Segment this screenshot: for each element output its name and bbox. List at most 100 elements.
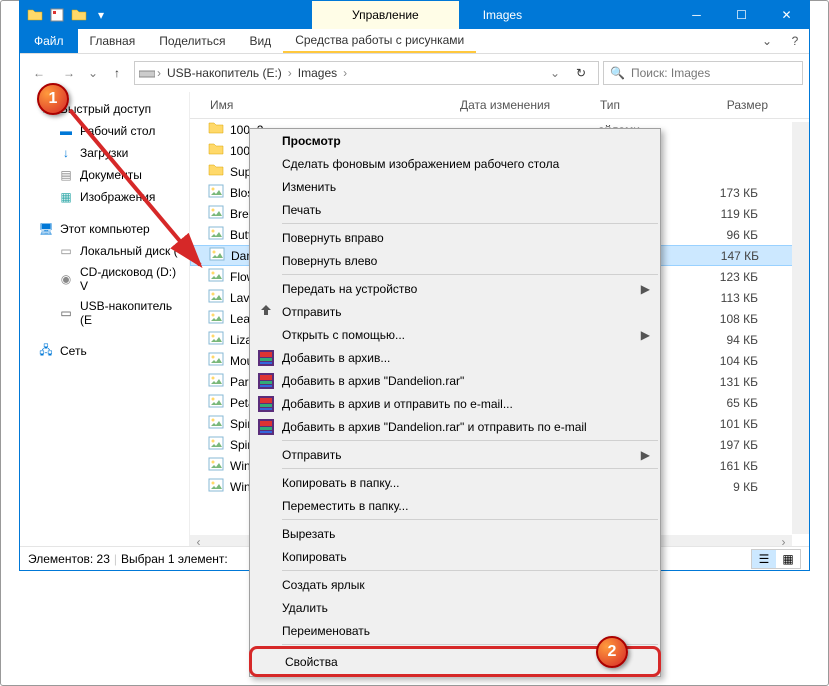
menu-item[interactable]: Добавить в архив и отправить по e-mail..… [250, 392, 660, 415]
address-segment[interactable]: USB-накопитель (E:) [163, 66, 286, 80]
menu-item-label: Копировать [282, 550, 347, 564]
nav-network[interactable]: 🖧Сеть [20, 340, 189, 362]
menu-item[interactable]: Переместить в папку... [250, 494, 660, 517]
desktop-icon: ▬ [58, 123, 74, 139]
menu-item[interactable]: Добавить в архив... [250, 346, 660, 369]
file-size: 161 КБ [698, 459, 778, 473]
tab-home[interactable]: Главная [78, 29, 148, 53]
folder-icon [208, 162, 224, 181]
submenu-arrow-icon: ▶ [641, 282, 650, 296]
menu-item[interactable]: Добавить в архив "Dandelion.rar" и отпра… [250, 415, 660, 438]
submenu-arrow-icon: ▶ [641, 448, 650, 462]
vertical-scrollbar[interactable] [792, 122, 809, 534]
image-icon [208, 372, 224, 391]
menu-item-label: Вырезать [282, 527, 335, 541]
column-headers[interactable]: Имя Дата изменения Тип Размер [190, 92, 809, 119]
menu-item[interactable]: Просмотр [250, 129, 660, 152]
image-icon [208, 204, 224, 223]
documents-icon: ▤ [58, 167, 74, 183]
menu-item-label: Отправить [282, 305, 342, 319]
image-icon [208, 477, 224, 496]
folder-icon [24, 4, 46, 26]
tab-picture-tools[interactable]: Средства работы с рисунками [283, 29, 476, 53]
menu-item[interactable]: Удалить [250, 596, 660, 619]
contextual-tab: Управление [312, 1, 459, 29]
menu-item[interactable]: Вырезать [250, 522, 660, 545]
menu-item[interactable]: Печать [250, 198, 660, 221]
nav-downloads[interactable]: ↓Загрузки [20, 142, 189, 164]
tab-share[interactable]: Поделиться [147, 29, 237, 53]
menu-item-label: Добавить в архив... [282, 351, 390, 365]
col-type[interactable]: Тип [594, 96, 694, 114]
address-bar[interactable]: › USB-накопитель (E:) › Images › ⌄ ↻ [134, 61, 599, 85]
menu-item[interactable]: Копировать в папку... [250, 471, 660, 494]
menu-item[interactable]: Изменить [250, 175, 660, 198]
address-segment[interactable]: Images [294, 66, 341, 80]
nav-pictures[interactable]: ▦Изображения [20, 186, 189, 208]
chevron-right-icon[interactable]: › [157, 66, 161, 80]
menu-item[interactable]: Отправить [250, 300, 660, 323]
menu-item-label: Создать ярлык [282, 578, 365, 592]
folder-icon [208, 141, 224, 160]
new-folder-icon[interactable] [68, 4, 90, 26]
chevron-right-icon[interactable]: › [343, 66, 347, 80]
close-button[interactable]: ✕ [764, 1, 809, 29]
menu-item[interactable]: Повернуть влево [250, 249, 660, 272]
file-tab[interactable]: Файл [20, 29, 78, 53]
menu-item-label: Удалить [282, 601, 328, 615]
chevron-right-icon[interactable]: › [288, 66, 292, 80]
refresh-icon[interactable]: ↻ [568, 60, 594, 86]
navigation-pane[interactable]: ★Быстрый доступ ▬Рабочий стол ↓Загрузки … [20, 92, 190, 552]
menu-item[interactable]: Повернуть вправо [250, 226, 660, 249]
address-dropdown-icon[interactable]: ⌄ [542, 60, 568, 86]
ribbon-help-icon[interactable]: ? [781, 29, 809, 53]
ribbon-expand-icon[interactable]: ⌄ [753, 29, 781, 53]
downloads-icon: ↓ [58, 145, 74, 161]
menu-item[interactable]: Сделать фоновым изображением рабочего ст… [250, 152, 660, 175]
view-icons-button[interactable]: ▦ [776, 550, 800, 568]
menu-item-label: Добавить в архив "Dandelion.rar" и отпра… [282, 420, 587, 434]
titlebar: ▾ Управление Images ─ ☐ ✕ [20, 1, 809, 29]
file-size: 119 КБ [698, 207, 778, 221]
menu-item[interactable]: Создать ярлык [250, 573, 660, 596]
nav-documents[interactable]: ▤Документы [20, 164, 189, 186]
col-date[interactable]: Дата изменения [454, 96, 594, 114]
nav-drive-c[interactable]: ▭Локальный диск ( [20, 240, 189, 262]
file-size: 65 КБ [698, 396, 778, 410]
qat-dropdown-icon[interactable]: ▾ [90, 4, 112, 26]
menu-item[interactable]: Передать на устройство▶ [250, 277, 660, 300]
file-size: 173 КБ [698, 186, 778, 200]
nav-desktop[interactable]: ▬Рабочий стол [20, 120, 189, 142]
tab-view[interactable]: Вид [237, 29, 283, 53]
nav-drive-e[interactable]: ▭USB-накопитель (E [20, 296, 189, 330]
this-pc[interactable]: 🖥Этот компьютер [20, 218, 189, 240]
forward-button[interactable]: → [56, 60, 82, 86]
menu-item[interactable]: Переименовать [250, 619, 660, 642]
rar-icon [256, 417, 276, 437]
address-bar-row: ← → ⌄ ↑ › USB-накопитель (E:) › Images ›… [20, 54, 809, 92]
up-button[interactable]: ↑ [104, 60, 130, 86]
search-icon: 🔍 [610, 66, 625, 80]
ribbon-tabs: Файл Главная Поделиться Вид Средства раб… [20, 29, 809, 54]
image-icon [208, 393, 224, 412]
maximize-button[interactable]: ☐ [719, 1, 764, 29]
properties-icon[interactable] [46, 4, 68, 26]
back-button[interactable]: ← [26, 60, 52, 86]
minimize-button[interactable]: ─ [674, 1, 719, 29]
menu-item[interactable]: Копировать [250, 545, 660, 568]
file-size: 96 КБ [698, 228, 778, 242]
recent-dropdown[interactable]: ⌄ [86, 60, 100, 86]
file-size: 104 КБ [698, 354, 778, 368]
view-details-button[interactable]: ☰ [752, 550, 776, 568]
menu-item-label: Повернуть влево [282, 254, 377, 268]
menu-item[interactable]: Открыть с помощью...▶ [250, 323, 660, 346]
nav-drive-d[interactable]: ◉CD-дисковод (D:) V [20, 262, 189, 296]
folder-icon [208, 120, 224, 139]
col-size[interactable]: Размер [694, 96, 774, 114]
col-name[interactable]: Имя [204, 96, 454, 114]
search-input[interactable]: 🔍 Поиск: Images [603, 61, 803, 85]
menu-item[interactable]: Добавить в архив "Dandelion.rar" [250, 369, 660, 392]
menu-item[interactable]: Отправить▶ [250, 443, 660, 466]
file-size: 101 КБ [698, 417, 778, 431]
usb-icon: ▭ [58, 305, 74, 321]
